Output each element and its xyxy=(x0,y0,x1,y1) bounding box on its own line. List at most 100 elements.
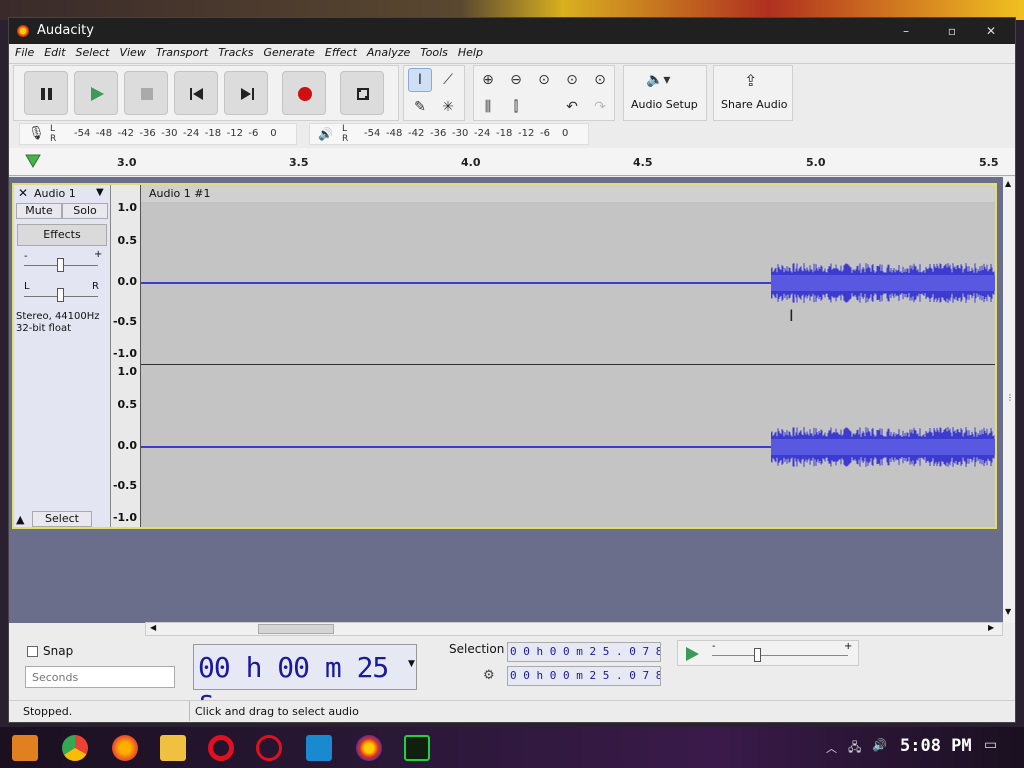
opera-gx-icon[interactable] xyxy=(256,735,282,761)
meter-tick: -6 xyxy=(540,128,550,139)
selection-end-field[interactable]: 0 0 h 0 0 m 2 5 . 0 7 8 s xyxy=(507,666,661,686)
vertical-scrollbar[interactable]: ▲ ⋮ ▼ xyxy=(1003,177,1015,623)
play-button[interactable] xyxy=(74,71,118,115)
envelope-tool-icon[interactable]: ⟋ xyxy=(436,68,460,92)
trim-audio-icon[interactable]: ⫼ xyxy=(476,95,500,119)
selection-tool-icon[interactable]: I xyxy=(408,68,432,92)
file-explorer-icon[interactable] xyxy=(160,735,186,761)
scroll-down-icon[interactable]: ▼ xyxy=(1005,607,1011,616)
close-track-icon[interactable]: ✕ xyxy=(18,186,28,200)
snap-checkbox[interactable] xyxy=(27,646,38,657)
track-menu-chevron-down-icon[interactable]: ▼ xyxy=(96,187,104,198)
menu-analyze[interactable]: Analyze xyxy=(362,44,415,61)
green-monitor-icon[interactable] xyxy=(404,735,430,761)
selection-settings-gear-icon[interactable]: ⚙ xyxy=(483,668,495,683)
menu-tracks[interactable]: Tracks xyxy=(213,44,258,61)
speed-slider[interactable] xyxy=(754,648,761,662)
loop-button[interactable] xyxy=(340,71,384,115)
share-audio-button[interactable]: ⇪ Share Audio xyxy=(713,65,793,121)
menu-file[interactable]: File xyxy=(9,44,39,61)
play-icon xyxy=(91,87,104,101)
record-button[interactable] xyxy=(282,71,326,115)
audio-track[interactable]: ✕ Audio 1 ▼ Mute Solo Effects - + L R St… xyxy=(12,183,997,529)
ruler-tick: 4.0 xyxy=(461,156,481,169)
menu-generate[interactable]: Generate xyxy=(259,44,320,61)
menu-edit[interactable]: Edit xyxy=(39,44,70,61)
play-head-icon[interactable] xyxy=(25,154,41,168)
snap-unit-select[interactable]: Seconds xyxy=(25,666,175,688)
menu-tools[interactable]: Tools xyxy=(415,44,453,61)
clock[interactable]: 5:08 PM xyxy=(900,736,972,756)
pan-slider[interactable] xyxy=(57,288,64,302)
zoom-out-icon[interactable]: ⊖ xyxy=(504,68,528,92)
silence-audio-icon[interactable]: ⫿ xyxy=(504,95,528,119)
scroll-right-icon[interactable]: ▶ xyxy=(988,623,994,632)
recording-meter[interactable]: 🎙 L R -54 -48 -42 -36 -30 -24 -18 -12 -6 0 xyxy=(19,123,297,145)
time-display[interactable]: 00 h 00 m 25 s ▼ xyxy=(193,644,417,717)
notifications-icon[interactable]: ▭ xyxy=(984,737,997,753)
zoom-toggle-icon[interactable]: ⊙ xyxy=(588,68,612,92)
pause-button[interactable] xyxy=(24,71,68,115)
title-bar: Audacity – ▫ ✕ xyxy=(9,18,1015,44)
start-button-icon[interactable] xyxy=(12,735,38,761)
stop-icon xyxy=(141,88,153,100)
timeline-ruler[interactable]: 3.0 3.5 4.0 4.5 5.0 5.5 xyxy=(9,148,1015,176)
ruler-tick: 3.5 xyxy=(289,156,309,169)
solo-button[interactable]: Solo xyxy=(62,203,108,219)
volume-icon[interactable]: 🔊 xyxy=(872,738,887,752)
skip-to-start-button[interactable] xyxy=(174,71,218,115)
gain-slider[interactable] xyxy=(57,258,64,272)
audacity-window: Audacity – ▫ ✕ File Edit Select View Transpo… xyxy=(8,17,1016,723)
track-area[interactable]: ✕ Audio 1 ▼ Mute Solo Effects - + L R St… xyxy=(9,177,1003,623)
selection-start-field[interactable]: 0 0 h 0 0 m 2 5 . 0 7 8 s xyxy=(507,642,661,662)
select-track-button[interactable]: Select xyxy=(32,511,92,527)
chrome-icon[interactable] xyxy=(62,735,88,761)
time-format-chevron-down-icon[interactable]: ▼ xyxy=(408,659,415,669)
record-icon xyxy=(298,87,312,101)
maximize-button[interactable]: ▫ xyxy=(939,22,965,40)
multi-tool-icon[interactable]: ✳ xyxy=(436,95,460,119)
zoom-in-icon[interactable]: ⊕ xyxy=(476,68,500,92)
audio-setup-button[interactable]: 🔈▾ Audio Setup xyxy=(623,65,707,121)
tray-chevron-up-icon[interactable]: ︿ xyxy=(826,740,837,756)
track-name-menu[interactable]: Audio 1 xyxy=(34,187,76,200)
collapse-track-icon[interactable]: ▲ xyxy=(16,513,24,526)
fit-project-icon[interactable]: ⊙ xyxy=(560,68,584,92)
firefox-icon[interactable] xyxy=(112,735,138,761)
play-at-speed-icon[interactable] xyxy=(684,646,700,662)
meter-tick: -36 xyxy=(430,128,447,139)
fit-selection-icon[interactable]: ⊙ xyxy=(532,68,556,92)
opera-icon[interactable] xyxy=(208,735,234,761)
audacity-taskbar-icon[interactable] xyxy=(356,735,382,761)
undo-icon[interactable]: ↶ xyxy=(560,95,584,119)
scale-label: 0.0 xyxy=(117,275,138,288)
scroll-up-icon[interactable]: ▲ xyxy=(1005,179,1011,188)
horizontal-scroll-thumb[interactable] xyxy=(258,624,334,634)
network-icon[interactable]: 🖧 xyxy=(848,738,861,759)
waveform-audio xyxy=(771,263,995,467)
menu-help[interactable]: Help xyxy=(453,44,488,61)
menu-effect[interactable]: Effect xyxy=(320,44,362,61)
m-app-icon[interactable] xyxy=(306,735,332,761)
minimize-button[interactable]: – xyxy=(893,22,919,40)
draw-tool-icon[interactable]: ✎ xyxy=(408,95,432,119)
menu-select[interactable]: Select xyxy=(71,44,115,61)
effects-button[interactable]: Effects xyxy=(17,224,107,246)
skip-to-end-button[interactable] xyxy=(224,71,268,115)
close-button[interactable]: ✕ xyxy=(978,22,1004,40)
playback-meter[interactable]: 🔊 L R -54 -48 -42 -36 -30 -24 -18 -12 -6 0 xyxy=(309,123,589,145)
stop-button[interactable] xyxy=(124,71,168,115)
menu-transport[interactable]: Transport xyxy=(151,44,213,61)
scroll-thumb[interactable]: ⋮ xyxy=(1006,393,1014,402)
horizontal-scrollbar[interactable]: ◀ ▶ xyxy=(145,622,1003,636)
record-meter-ticks: -54 -48 -42 -36 -30 -24 -18 -12 -6 0 xyxy=(74,128,292,142)
waveform-canvas[interactable]: Audio 1 #1 I xyxy=(141,185,995,527)
menu-view[interactable]: View xyxy=(114,44,150,61)
meter-tick: -6 xyxy=(248,128,259,139)
mute-button[interactable]: Mute xyxy=(16,203,62,219)
scroll-left-icon[interactable]: ◀ xyxy=(150,623,156,632)
vertical-scale[interactable]: 1.0 0.5 0.0 -0.5 -1.0 1.0 0.5 0.0 -0.5 -1.0 xyxy=(111,185,141,527)
speed-slider-track xyxy=(712,655,848,656)
status-divider xyxy=(189,701,190,721)
redo-icon[interactable]: ↷ xyxy=(588,95,612,119)
